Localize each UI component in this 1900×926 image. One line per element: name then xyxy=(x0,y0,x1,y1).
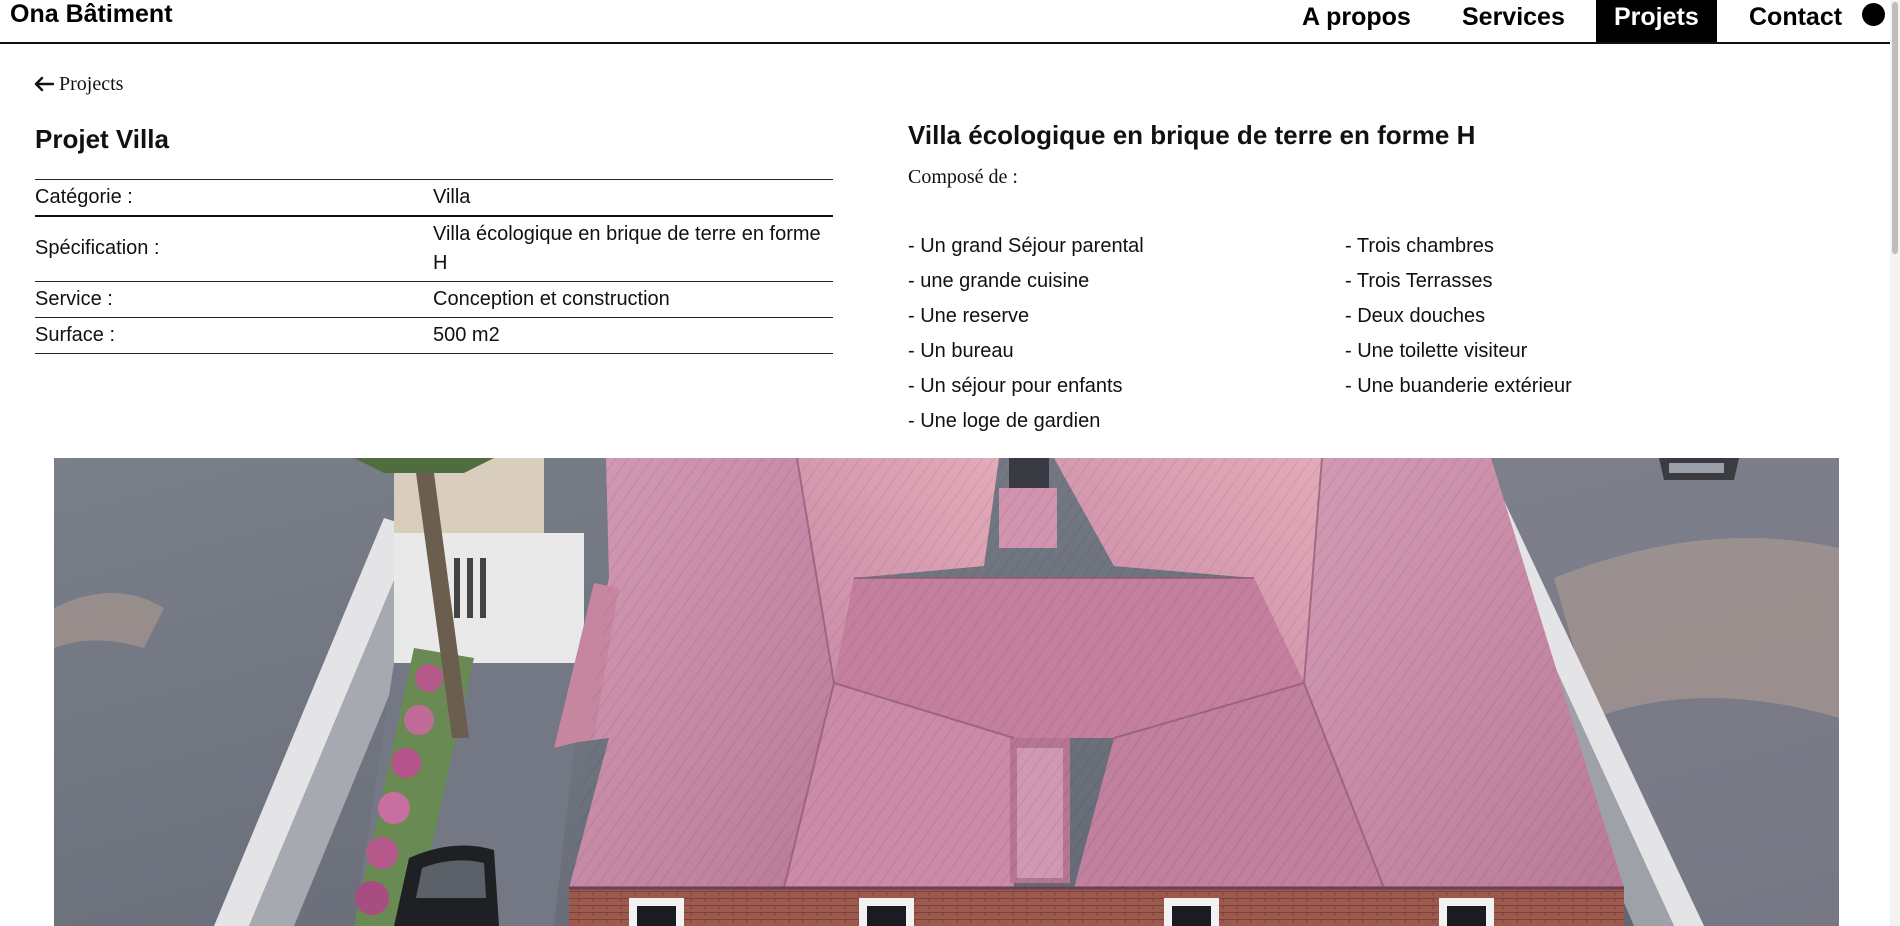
description-title-bold: Villa xyxy=(908,120,962,150)
list-item: - Trois Terrasses xyxy=(1345,270,1493,292)
feature-list-right: - Trois chambres - Trois Terrasses - Deu… xyxy=(1345,232,1572,407)
spec-label: Surface : xyxy=(35,324,116,346)
list-item: - Une loge de gardien xyxy=(908,410,1101,432)
arrow-left-icon xyxy=(34,76,54,92)
spec-label: Spécification : xyxy=(35,237,160,260)
list-item: - Une toilette visiteur xyxy=(1345,340,1528,362)
nav-link-a-propos[interactable]: A propos xyxy=(1284,0,1429,42)
project-spec-table: Catégorie : Villa Spécification : Villa … xyxy=(35,179,833,354)
nav-link-services[interactable]: Services xyxy=(1444,0,1583,42)
villa-render-image xyxy=(54,458,1839,926)
composed-label: Composé de : xyxy=(908,166,1018,188)
table-row: Catégorie : Villa xyxy=(35,179,833,216)
description-title: Villa écologique en brique de terre en f… xyxy=(908,120,1475,151)
description-title-rest: écologique en brique de terre en forme H xyxy=(961,120,1476,150)
table-row: Spécification : Villa écologique en briq… xyxy=(35,216,833,282)
list-item: - Deux douches xyxy=(1345,305,1486,327)
table-row: Surface : 500 m2 xyxy=(35,318,833,354)
spec-value: Conception et construction xyxy=(433,288,670,310)
list-item: - Une buanderie extérieur xyxy=(1345,375,1572,397)
list-item: - Un séjour pour enfants xyxy=(908,375,1123,397)
back-to-projects-link[interactable]: Projects xyxy=(34,72,123,96)
spec-value: Villa écologique en brique de terre en f… xyxy=(433,222,821,274)
page-title: Projet Villa xyxy=(35,124,169,154)
nav-link-projets[interactable]: Projets xyxy=(1596,0,1717,42)
spec-value: 500 m2 xyxy=(433,324,500,346)
list-item: - Une reserve xyxy=(908,305,1030,327)
page-scrollbar[interactable] xyxy=(1890,0,1900,926)
list-item: - Trois chambres xyxy=(1345,235,1494,257)
nav-link-contact[interactable]: Contact xyxy=(1731,0,1860,42)
scrollbar-thumb[interactable] xyxy=(1892,2,1898,254)
list-item: - Un grand Séjour parental xyxy=(908,235,1144,257)
feature-list-left: - Un grand Séjour parental - une grande … xyxy=(908,232,1144,442)
back-link-label: Projects xyxy=(59,73,124,95)
menu-dot-icon[interactable] xyxy=(1862,3,1885,26)
spec-label: Service : xyxy=(35,288,113,310)
list-item: - une grande cuisine xyxy=(908,270,1090,292)
spec-label: Catégorie : xyxy=(35,185,133,208)
spec-value: Villa xyxy=(433,185,471,208)
table-row: Service : Conception et construction xyxy=(35,282,833,318)
site-header: Ona Bâtiment A propos Services Projets C… xyxy=(0,0,1900,44)
list-item: - Un bureau xyxy=(908,340,1014,362)
brand-logo[interactable]: Ona Bâtiment xyxy=(10,0,173,28)
